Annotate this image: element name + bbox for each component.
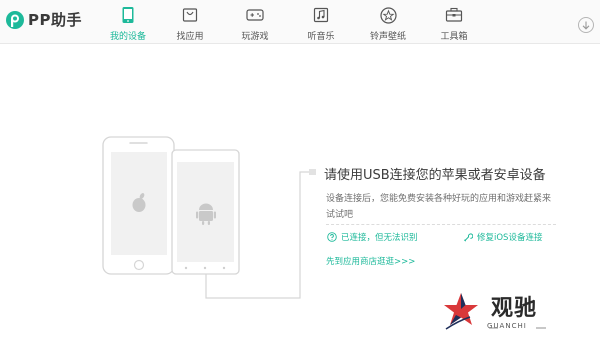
wrench-icon bbox=[463, 233, 473, 242]
divider bbox=[326, 224, 556, 225]
connected-unrecognized-link[interactable]: 已连接，但无法识别 bbox=[327, 231, 418, 243]
link-label: 修复iOS设备连接 bbox=[477, 233, 543, 243]
help-circle-icon bbox=[327, 232, 337, 242]
star-logo-icon bbox=[444, 293, 478, 330]
usb-plug bbox=[309, 169, 316, 175]
watermark-text: 观驰 bbox=[491, 296, 538, 321]
go-app-store-link[interactable]: 先到应用商店逛逛>>> bbox=[326, 255, 415, 267]
connect-device-description: 设备连接后，您能免费安装各种好玩的应用和游戏赶紧来试试吧 bbox=[326, 194, 552, 220]
watermark-subtext: GUANCHI bbox=[487, 322, 527, 330]
link-label: 已连接，但无法识别 bbox=[341, 233, 418, 243]
repair-ios-link[interactable]: 修复iOS设备连接 bbox=[463, 231, 542, 243]
connect-device-title: 请使用USB连接您的苹果或者安卓设备 bbox=[324, 168, 546, 183]
